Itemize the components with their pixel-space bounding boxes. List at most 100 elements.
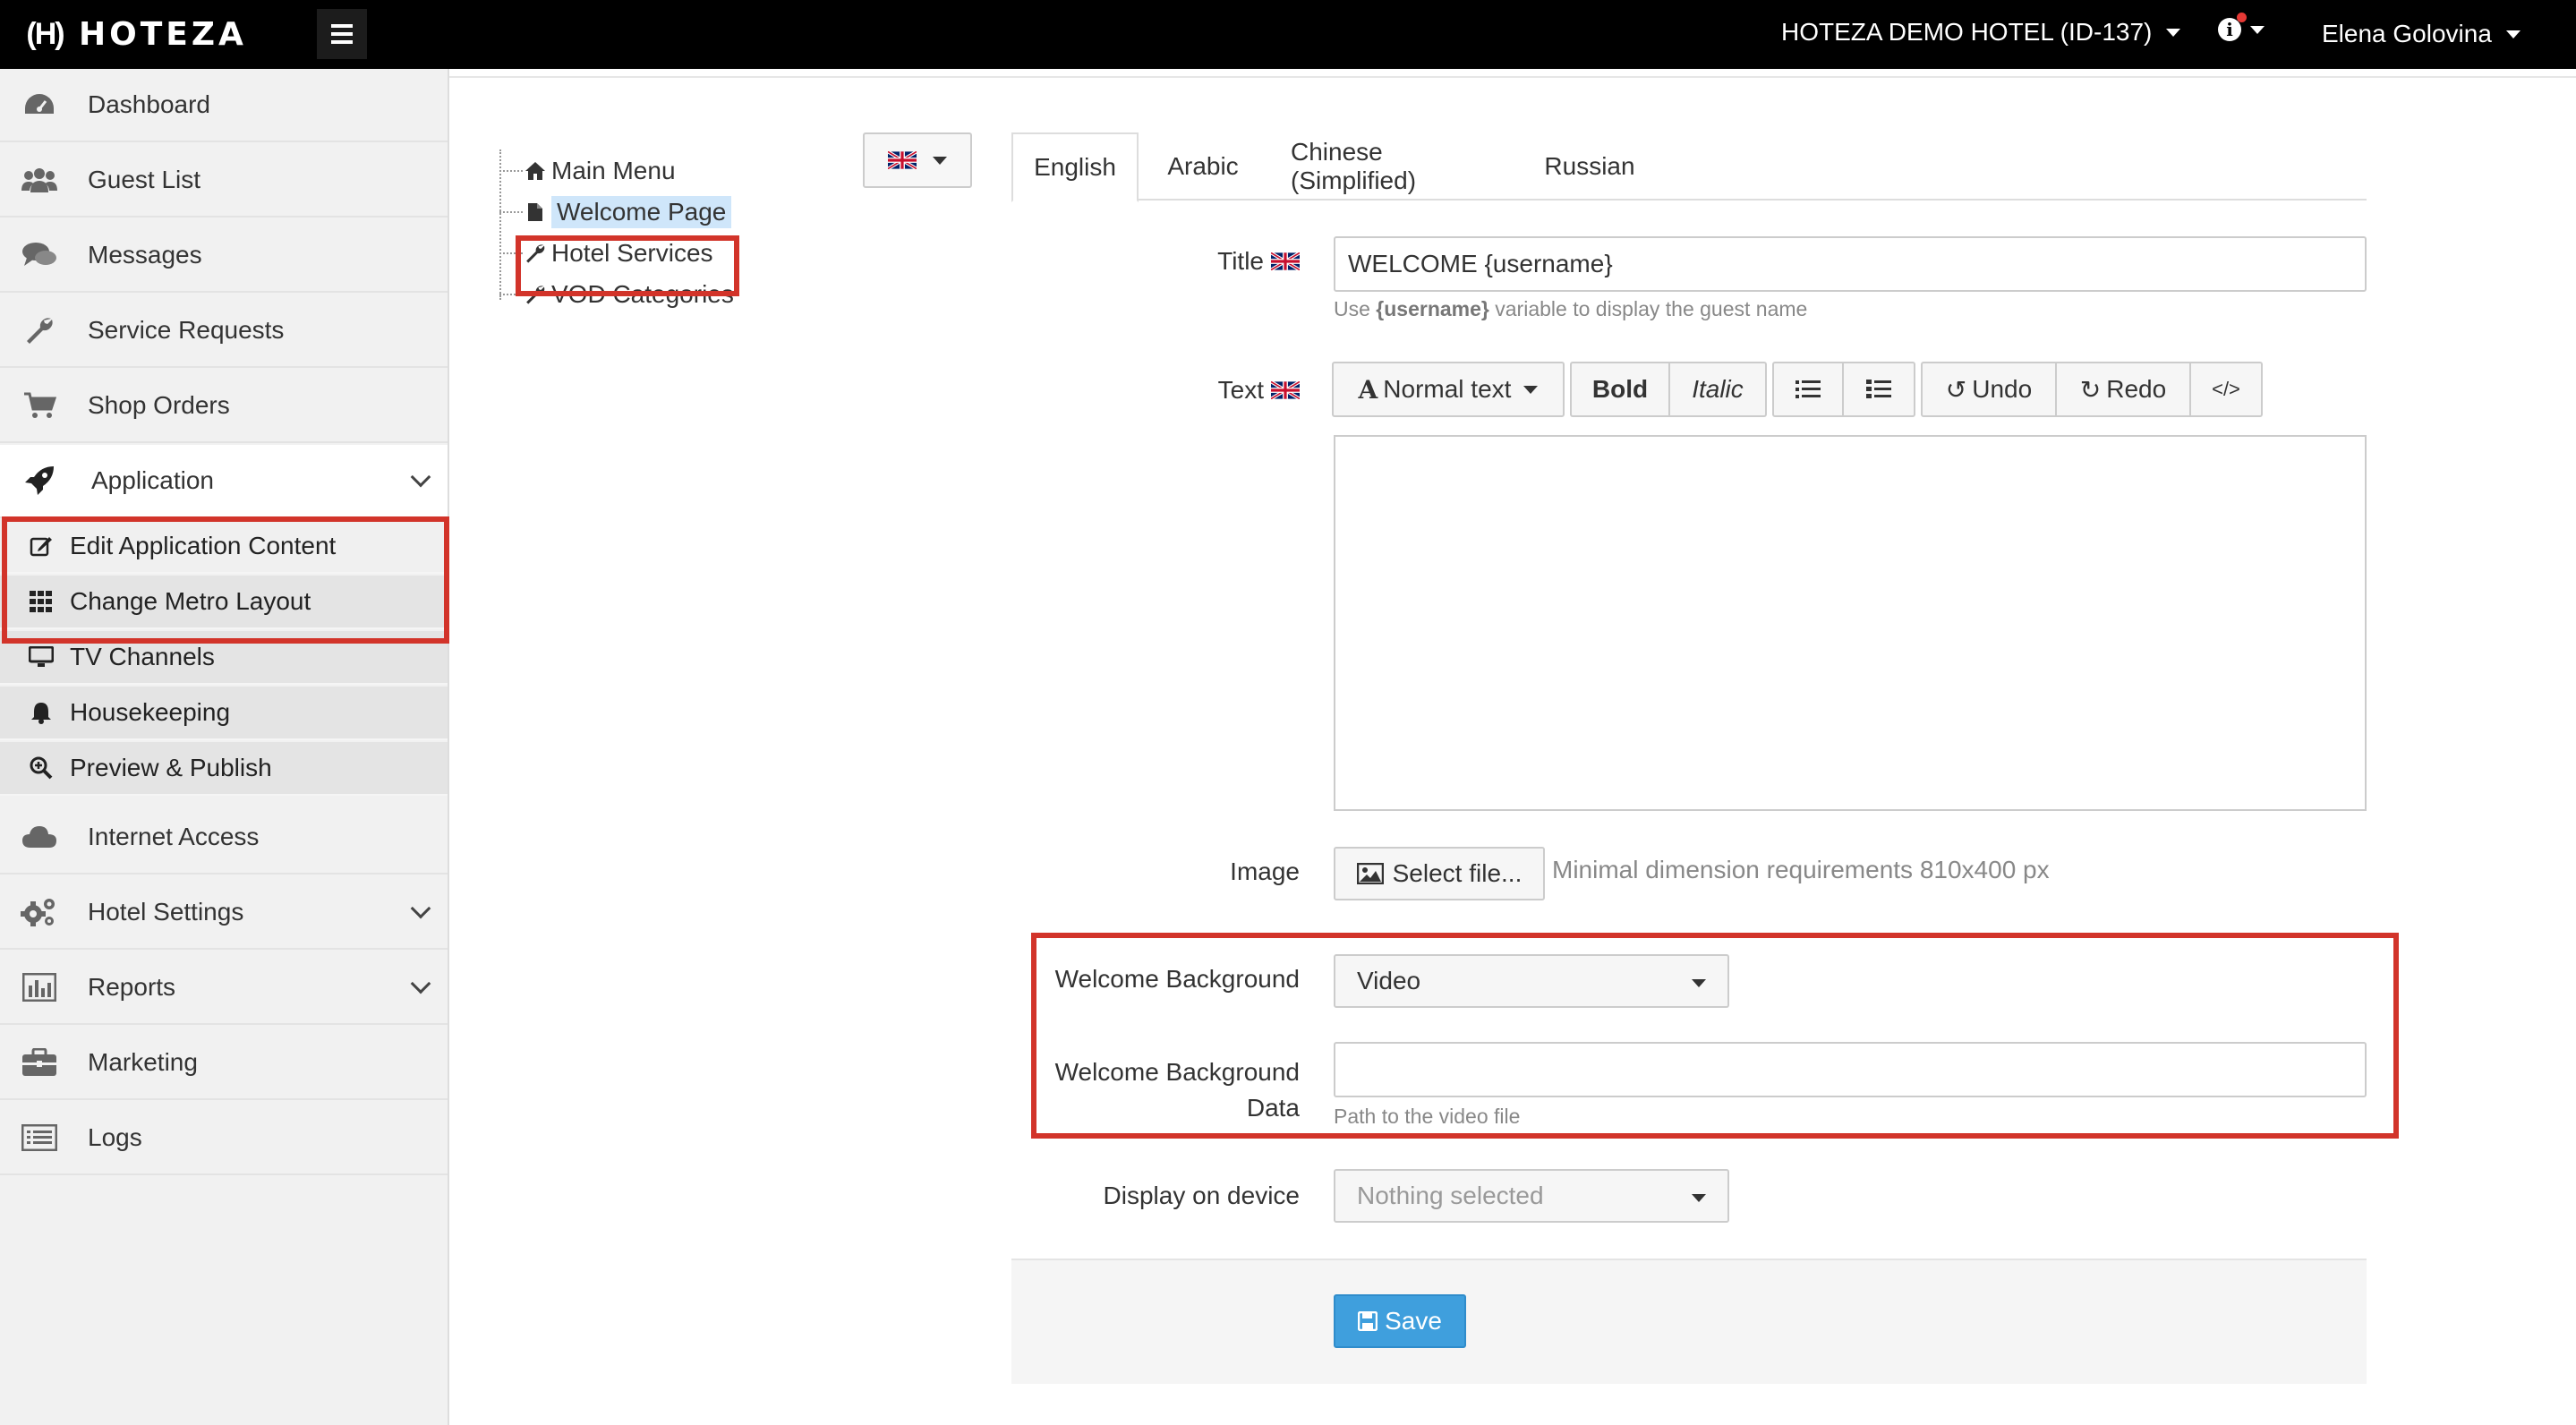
home-icon — [523, 161, 548, 181]
sidebar-item-marketing[interactable]: Marketing — [0, 1027, 448, 1100]
logo-text: HOTEZA — [79, 15, 247, 53]
text-label: Text — [1217, 376, 1264, 404]
image-label: Image — [1230, 858, 1300, 885]
top-bar: (H) HOTEZA HOTEZA DEMO HOTEL (ID-137) i … — [0, 0, 2576, 69]
bg-data-help-text: Path to the video file — [1334, 1105, 1521, 1128]
uk-flag-icon — [1271, 252, 1300, 270]
grid-icon — [27, 591, 55, 612]
chevron-down-icon — [410, 973, 431, 994]
language-dropdown[interactable] — [863, 132, 972, 188]
sidebar-item-dashboard[interactable]: Dashboard — [0, 69, 448, 142]
bell-icon — [27, 701, 55, 724]
sidebar-item-logs[interactable]: Logs — [0, 1102, 448, 1175]
sidebar-subitem-housekeeping[interactable]: Housekeeping — [0, 687, 448, 740]
caret-down-icon — [1692, 1194, 1706, 1202]
sidebar-item-guest-list[interactable]: Guest List — [0, 144, 448, 218]
sidebar-item-reports[interactable]: Reports — [0, 951, 448, 1025]
uk-flag-icon — [888, 151, 917, 169]
gears-icon — [20, 894, 59, 930]
caret-down-icon — [1523, 385, 1539, 394]
tab-russian[interactable]: Russian — [1522, 132, 1658, 201]
sidebar-subitem-preview-publish[interactable]: Preview & Publish — [0, 742, 448, 796]
title-label-group: Title — [1164, 247, 1300, 276]
sidebar-item-service-requests[interactable]: Service Requests — [0, 294, 448, 368]
editor-toolbar: A Normal text Bold Italic ↺ Undo ↻ Redo … — [1332, 362, 2263, 417]
briefcase-icon — [20, 1045, 59, 1080]
sidebar-item-application[interactable]: Application — [0, 445, 448, 518]
ordered-list-button[interactable] — [1844, 363, 1914, 415]
undo-button[interactable]: ↺ Undo — [1923, 363, 2057, 415]
welcome-page-highlight-box — [516, 235, 739, 296]
caret-down-icon — [2505, 30, 2521, 38]
font-icon: A — [1358, 374, 1378, 405]
edit-icon — [27, 534, 55, 558]
tab-arabic[interactable]: Arabic — [1140, 132, 1266, 201]
caret-down-icon — [2166, 28, 2181, 37]
sidebar-subitem-edit-application-content[interactable]: Edit Application Content — [0, 520, 448, 574]
select-file-button[interactable]: Select file... — [1334, 847, 1545, 900]
search-plus-icon — [27, 756, 55, 780]
caret-down-icon — [1692, 979, 1706, 987]
tab-english[interactable]: English — [1011, 132, 1139, 202]
notification-dot — [2237, 13, 2247, 22]
title-input[interactable]: WELCOME {username} — [1334, 236, 2367, 292]
list-ol-icon — [1866, 380, 1891, 398]
dashboard-icon — [20, 87, 59, 123]
welcome-background-select[interactable]: Video — [1334, 954, 1729, 1008]
tab-chinese-simplified[interactable]: Chinese (Simplified) — [1267, 132, 1520, 201]
save-button[interactable]: Save — [1334, 1294, 1466, 1348]
info-menu-button[interactable]: i — [2218, 13, 2265, 41]
bar-chart-icon — [20, 969, 59, 1005]
text-editor-area[interactable] — [1334, 435, 2367, 811]
user-menu[interactable]: Elena Golovina — [2322, 20, 2521, 48]
uk-flag-icon — [1271, 381, 1300, 399]
html-source-button[interactable]: </> — [2191, 363, 2261, 415]
welcome-background-label: Welcome Background — [1054, 965, 1300, 993]
rocket-icon — [20, 463, 59, 499]
file-icon — [523, 202, 548, 222]
unordered-list-button[interactable] — [1774, 363, 1844, 415]
list-ul-icon — [1796, 380, 1821, 398]
chevron-down-icon — [410, 466, 431, 488]
tree-item-welcome-page[interactable]: Welcome Page — [499, 192, 732, 232]
caret-down-icon — [2250, 25, 2265, 34]
divider — [449, 76, 2576, 78]
users-icon — [20, 162, 59, 198]
hoteza-logo[interactable]: (H) HOTEZA — [18, 14, 247, 54]
sidebar-item-hotel-settings[interactable]: Hotel Settings — [0, 876, 448, 950]
monitor-icon — [27, 646, 55, 668]
sidebar-item-internet-access[interactable]: Internet Access — [0, 801, 448, 875]
title-label: Title — [1217, 247, 1264, 275]
hotel-name: HOTEZA DEMO HOTEL (ID-137) — [1781, 18, 2153, 46]
comments-icon — [20, 237, 59, 273]
list-icon — [20, 1120, 59, 1156]
hamburger-menu-button[interactable] — [317, 9, 367, 59]
emphasis-group: Bold Italic — [1570, 362, 1767, 417]
redo-icon: ↻ — [2079, 375, 2102, 404]
language-tabs: English Arabic Chinese (Simplified) Russ… — [1011, 132, 2367, 202]
image-help-text: Minimal dimension requirements 810x400 p… — [1552, 856, 2050, 883]
sidebar-subitem-tv-channels[interactable]: TV Channels — [0, 631, 448, 685]
cart-icon — [20, 388, 59, 423]
hotel-selector[interactable]: HOTEZA DEMO HOTEL (ID-137) — [1781, 18, 2181, 47]
italic-button[interactable]: Italic — [1670, 363, 1765, 415]
floppy-icon — [1358, 1311, 1378, 1331]
redo-button[interactable]: ↻ Redo — [2057, 363, 2191, 415]
tree-item-main-menu[interactable]: Main Menu — [499, 151, 676, 191]
caret-down-icon — [933, 156, 947, 165]
sidebar-item-messages[interactable]: Messages — [0, 219, 448, 293]
bold-button[interactable]: Bold — [1572, 363, 1670, 415]
text-label-group: Text — [1164, 376, 1300, 405]
history-group: ↺ Undo ↻ Redo </> — [1921, 362, 2263, 417]
undo-icon: ↺ — [1945, 375, 1967, 404]
welcome-background-data-input[interactable] — [1334, 1042, 2367, 1097]
list-group — [1772, 362, 1915, 417]
normal-text-dropdown[interactable]: A Normal text — [1334, 363, 1563, 415]
sidebar: Dashboard Guest List Messages Service Re… — [0, 69, 449, 1425]
info-icon: i — [2218, 13, 2247, 41]
sidebar-item-shop-orders[interactable]: Shop Orders — [0, 370, 448, 443]
display-on-device-select[interactable]: Nothing selected — [1334, 1169, 1729, 1223]
sidebar-subitem-change-metro-layout[interactable]: Change Metro Layout — [0, 576, 448, 629]
chevron-down-icon — [410, 898, 431, 919]
welcome-background-data-label: Welcome Background Data — [1054, 1058, 1300, 1122]
